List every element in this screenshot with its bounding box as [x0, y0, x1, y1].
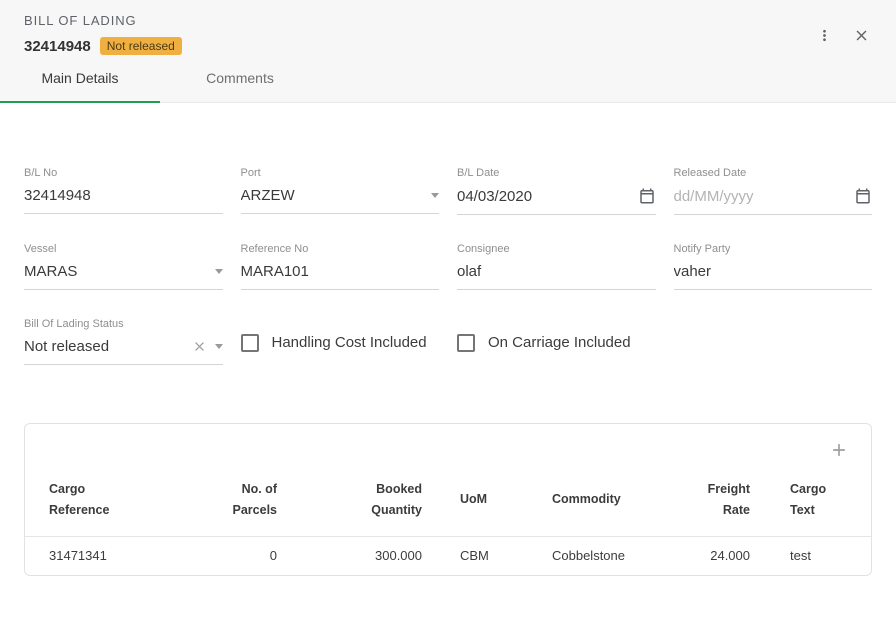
port-label: Port: [241, 167, 440, 179]
consignee-input[interactable]: olaf: [457, 263, 656, 290]
cell-no-of-parcels: 0: [215, 537, 277, 576]
cargo-table: Cargo Reference No. of Parcels Booked Qu…: [25, 467, 871, 575]
bl-status-select[interactable]: Not released: [24, 338, 223, 365]
bl-status-label: Bill Of Lading Status: [24, 318, 223, 330]
col-cargo-text: Cargo Text: [750, 467, 871, 537]
vessel-label: Vessel: [24, 243, 223, 255]
col-label: Cargo Reference: [49, 479, 109, 520]
col-label: UoM: [460, 489, 487, 510]
consignee-label: Consignee: [457, 243, 656, 255]
on-carriage-checkbox[interactable]: On Carriage Included: [457, 334, 656, 352]
tab-comments[interactable]: Comments: [160, 55, 320, 103]
header-subtitle: 32414948 Not released: [24, 37, 182, 55]
field-bl-date: B/L Date 04/03/2020: [457, 167, 656, 215]
tab-bar: Main Details Comments: [0, 55, 896, 103]
vessel-value: MARAS: [24, 263, 207, 280]
cargo-table-header-row: Cargo Reference No. of Parcels Booked Qu…: [25, 467, 871, 537]
bill-of-lading-dialog: BILL OF LADING 32414948 Not released Mai…: [0, 0, 896, 632]
chevron-down-icon: [215, 269, 223, 274]
tab-main-details[interactable]: Main Details: [0, 55, 160, 103]
notify-party-input[interactable]: vaher: [674, 263, 873, 290]
checkbox-box: [457, 334, 475, 352]
bl-date-value: 04/03/2020: [457, 188, 630, 205]
reference-no-label: Reference No: [241, 243, 440, 255]
cell-booked-quantity: 300.000: [277, 537, 422, 576]
col-label: No. of Parcels: [233, 479, 277, 520]
field-reference-no: Reference No MARA101: [241, 243, 440, 290]
calendar-icon[interactable]: [638, 187, 656, 205]
checkbox-box: [241, 334, 259, 352]
dialog-header: BILL OF LADING 32414948 Not released: [0, 0, 896, 55]
handling-cost-label: Handling Cost Included: [272, 334, 427, 351]
field-vessel: Vessel MARAS: [24, 243, 223, 290]
col-label: Commodity: [552, 489, 621, 510]
form-row-3: Bill Of Lading Status Not released Handl…: [24, 318, 872, 365]
bl-no-value: 32414948: [24, 187, 223, 204]
col-label: Booked Quantity: [371, 479, 422, 520]
calendar-icon[interactable]: [854, 187, 872, 205]
released-date-label: Released Date: [674, 167, 873, 179]
cell-commodity: Cobbelstone: [552, 537, 672, 576]
form-row-1: B/L No 32414948 Port ARZEW B/L Date 04/0…: [24, 167, 872, 215]
add-cargo-icon[interactable]: [827, 438, 851, 465]
notify-party-label: Notify Party: [674, 243, 873, 255]
kebab-menu-icon[interactable]: [812, 23, 837, 48]
bl-no-label: B/L No: [24, 167, 223, 179]
cell-uom: CBM: [422, 537, 552, 576]
col-label: Freight Rate: [708, 479, 750, 520]
col-commodity: Commodity: [552, 467, 672, 537]
reference-no-value: MARA101: [241, 263, 440, 280]
field-consignee: Consignee olaf: [457, 243, 656, 290]
col-label: Cargo Text: [790, 479, 826, 520]
bl-number: 32414948: [24, 38, 91, 55]
field-notify-party: Notify Party vaher: [674, 243, 873, 290]
handling-cost-checkbox[interactable]: Handling Cost Included: [241, 334, 440, 352]
col-uom: UoM: [422, 467, 552, 537]
released-date-input[interactable]: dd/MM/yyyy: [674, 187, 873, 215]
cargo-toolbar: [25, 424, 871, 465]
cell-freight-rate: 24.000: [672, 537, 750, 576]
released-date-placeholder: dd/MM/yyyy: [674, 188, 847, 205]
header-actions: [812, 13, 874, 48]
bl-date-input[interactable]: 04/03/2020: [457, 187, 656, 215]
chevron-down-icon: [431, 193, 439, 198]
port-value: ARZEW: [241, 187, 424, 204]
tab-comments-label: Comments: [206, 70, 274, 86]
status-badge: Not released: [100, 37, 182, 55]
tab-main-details-label: Main Details: [41, 70, 118, 86]
field-port: Port ARZEW: [241, 167, 440, 215]
bl-date-label: B/L Date: [457, 167, 656, 179]
notify-party-value: vaher: [674, 263, 873, 280]
col-booked-quantity: Booked Quantity: [277, 467, 422, 537]
on-carriage-label: On Carriage Included: [488, 334, 631, 351]
form-row-2: Vessel MARAS Reference No MARA101 Consig…: [24, 243, 872, 290]
field-released-date: Released Date dd/MM/yyyy: [674, 167, 873, 215]
page-title: BILL OF LADING: [24, 13, 182, 28]
table-row[interactable]: 31471341 0 300.000 CBM Cobbelstone 24.00…: [25, 537, 871, 576]
col-cargo-reference: Cargo Reference: [25, 467, 215, 537]
port-select[interactable]: ARZEW: [241, 187, 440, 214]
cargo-card: Cargo Reference No. of Parcels Booked Qu…: [24, 423, 872, 576]
reference-no-input[interactable]: MARA101: [241, 263, 440, 290]
chevron-down-icon: [215, 344, 223, 349]
bl-status-value: Not released: [24, 338, 184, 355]
field-bl-status: Bill Of Lading Status Not released: [24, 318, 223, 365]
cell-cargo-text: test: [750, 537, 871, 576]
bl-no-input[interactable]: 32414948: [24, 187, 223, 214]
close-icon[interactable]: [849, 23, 874, 48]
col-no-of-parcels: No. of Parcels: [215, 467, 277, 537]
main-details-form: B/L No 32414948 Port ARZEW B/L Date 04/0…: [0, 167, 896, 365]
vessel-select[interactable]: MARAS: [24, 263, 223, 290]
clear-icon[interactable]: [192, 339, 207, 354]
col-freight-rate: Freight Rate: [672, 467, 750, 537]
cell-cargo-reference: 31471341: [25, 537, 215, 576]
field-bl-no: B/L No 32414948: [24, 167, 223, 215]
consignee-value: olaf: [457, 263, 656, 280]
header-left: BILL OF LADING 32414948 Not released: [24, 13, 182, 55]
